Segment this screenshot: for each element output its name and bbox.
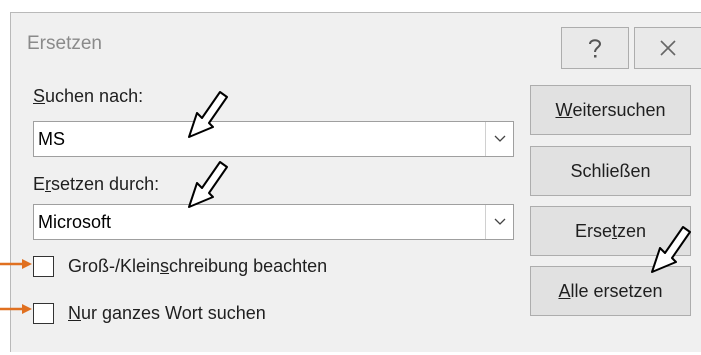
whole-word-option[interactable]: Nur ganzes Wort suchen bbox=[33, 303, 266, 324]
match-case-option[interactable]: Groß-/Kleinschreibung beachten bbox=[33, 256, 327, 277]
chevron-down-icon bbox=[494, 218, 505, 225]
whole-word-label: Nur ganzes Wort suchen bbox=[68, 303, 266, 323]
whole-word-checkbox[interactable] bbox=[33, 303, 54, 324]
help-button[interactable] bbox=[561, 27, 629, 69]
find-dropdown-button[interactable] bbox=[485, 122, 513, 156]
help-icon bbox=[589, 39, 602, 58]
replace-combobox[interactable]: Microsoft bbox=[33, 204, 514, 240]
replace-all-button[interactable]: Alle ersetzen bbox=[530, 266, 691, 316]
match-case-checkbox[interactable] bbox=[33, 256, 54, 277]
find-label: Suchen nach: bbox=[33, 86, 144, 106]
find-input[interactable]: MS bbox=[38, 129, 65, 150]
chevron-down-icon bbox=[494, 135, 505, 142]
replace-button[interactable]: Erse t zen bbox=[530, 206, 691, 256]
close-icon bbox=[660, 40, 676, 56]
find-next-button[interactable]: Weitersuchen bbox=[530, 85, 691, 135]
dialog-title: Ersetzen bbox=[27, 33, 102, 54]
replace-label: Ersetzen durch: bbox=[33, 174, 160, 194]
close-dialog-button[interactable]: Schließen bbox=[530, 146, 691, 196]
close-button[interactable] bbox=[634, 27, 701, 69]
find-combobox[interactable]: MS bbox=[33, 121, 514, 157]
replace-dialog: Ersetzen Suchen nach: MS Ersetzen durch:… bbox=[10, 12, 701, 352]
match-case-label: Groß-/Kleinschreibung beachten bbox=[68, 256, 328, 276]
replace-input[interactable]: Microsoft bbox=[38, 212, 111, 233]
replace-dropdown-button[interactable] bbox=[485, 205, 513, 239]
